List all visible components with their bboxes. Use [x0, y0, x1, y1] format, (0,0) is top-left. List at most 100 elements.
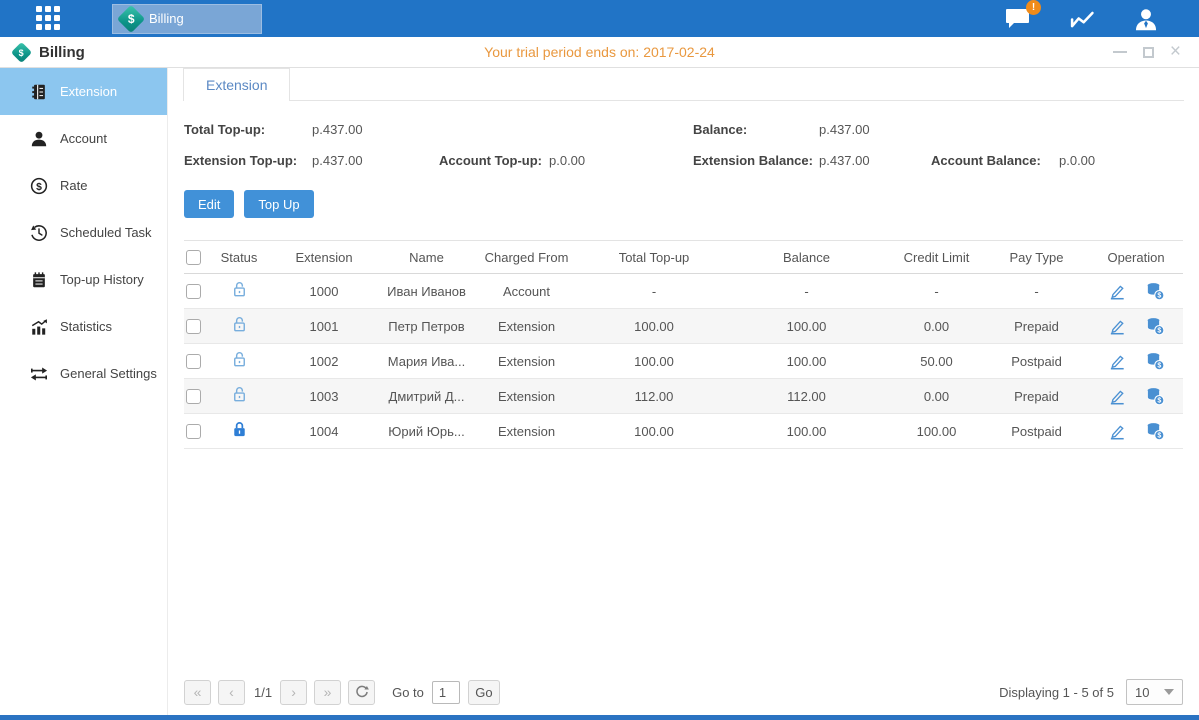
account-topup-value: p.0.00	[549, 145, 693, 176]
ledger-icon	[30, 83, 48, 101]
edit-row-icon[interactable]	[1108, 317, 1127, 336]
sidebar-item-rate[interactable]: $ Rate	[0, 162, 167, 209]
top-up-row-icon[interactable]: $	[1145, 351, 1165, 371]
window-title: Billing	[39, 44, 85, 61]
messages-icon[interactable]: !	[1005, 7, 1031, 31]
extension-balance-value: p.437.00	[819, 145, 931, 176]
col-extension: Extension	[264, 250, 384, 265]
col-charged-from: Charged From	[469, 250, 584, 265]
maximize-icon[interactable]	[1143, 47, 1154, 58]
cell-extension: 1001	[264, 319, 384, 334]
cell-balance: 100.00	[724, 319, 889, 334]
table-row: 1000 Иван Иванов Account - - - - $	[184, 274, 1183, 309]
sidebar-item-label: Scheduled Task	[60, 225, 152, 240]
sidebar-item-account[interactable]: Account	[0, 115, 167, 162]
top-up-row-icon[interactable]: $	[1145, 316, 1165, 336]
cell-balance: -	[724, 284, 889, 299]
cell-credit-limit: 0.00	[889, 389, 984, 404]
balance-summary: Total Top-up: p.437.00 Balance: p.437.00…	[184, 101, 1183, 176]
table-row: 1004 Юрий Юрь... Extension 100.00 100.00…	[184, 414, 1183, 449]
select-all-checkbox[interactable]	[186, 250, 201, 265]
cell-name: Иван Иванов	[384, 284, 469, 299]
row-checkbox[interactable]	[186, 424, 201, 439]
svg-text:$: $	[1157, 293, 1161, 300]
monitor-chart-icon[interactable]	[1069, 8, 1095, 30]
cell-credit-limit: 0.00	[889, 319, 984, 334]
top-up-row-icon[interactable]: $	[1145, 281, 1165, 301]
row-checkbox[interactable]	[186, 284, 201, 299]
go-button[interactable]: Go	[468, 680, 500, 705]
cell-name: Юрий Юрь...	[384, 424, 469, 439]
row-checkbox[interactable]	[186, 354, 201, 369]
sidebar-item-topup-history[interactable]: Top-up History	[0, 256, 167, 303]
sidebar-item-scheduled-task[interactable]: Scheduled Task	[0, 209, 167, 256]
extension-topup-value: p.437.00	[312, 145, 439, 176]
close-icon[interactable]: ×	[1170, 45, 1181, 59]
top-up-row-icon[interactable]: $	[1145, 421, 1165, 441]
page-size-dropdown[interactable]: 10	[1126, 679, 1183, 705]
sidebar-item-general-settings[interactable]: General Settings	[0, 350, 167, 397]
sidebar-item-statistics[interactable]: Statistics	[0, 303, 167, 350]
account-topup-label: Account Top-up:	[439, 145, 549, 176]
goto-label: Go to	[392, 685, 424, 700]
cell-name: Дмитрий Д...	[384, 389, 469, 404]
cell-extension: 1003	[264, 389, 384, 404]
cell-total-topup: 100.00	[584, 319, 724, 334]
table-row: 1001 Петр Петров Extension 100.00 100.00…	[184, 309, 1183, 344]
svg-text:$: $	[1157, 328, 1161, 335]
refresh-button[interactable]	[348, 680, 375, 705]
taskbar-item-label: Billing	[149, 11, 184, 26]
col-credit-limit: Credit Limit	[889, 250, 984, 265]
edit-row-icon[interactable]	[1108, 422, 1127, 441]
chevron-down-icon	[1164, 689, 1174, 695]
cell-total-topup: -	[584, 284, 724, 299]
edit-button[interactable]: Edit	[184, 190, 234, 218]
trial-notice: Your trial period ends on: 2017-02-24	[0, 44, 1199, 60]
edit-row-icon[interactable]	[1108, 282, 1127, 301]
status-lock-icon[interactable]	[230, 420, 249, 439]
top-up-button[interactable]: Top Up	[244, 190, 313, 218]
edit-row-icon[interactable]	[1108, 387, 1127, 406]
cell-credit-limit: -	[889, 284, 984, 299]
tab-extension[interactable]: Extension	[183, 68, 290, 101]
col-operation: Operation	[1089, 250, 1183, 265]
apps-grid-icon[interactable]	[36, 6, 62, 32]
clock-history-icon	[30, 224, 48, 242]
user-account-icon[interactable]	[1133, 7, 1159, 31]
desktop-edge	[0, 715, 1199, 720]
sidebar-item-label: Extension	[60, 84, 117, 99]
table-header-row: Status Extension Name Charged From Total…	[184, 241, 1183, 274]
cell-name: Мария Ива...	[384, 354, 469, 369]
cell-pay-type: -	[984, 284, 1089, 299]
svg-text:$: $	[1157, 433, 1161, 440]
sidebar-item-extension[interactable]: Extension	[0, 68, 167, 115]
row-checkbox[interactable]	[186, 319, 201, 334]
top-up-row-icon[interactable]: $	[1145, 386, 1165, 406]
prev-page-button[interactable]: ‹	[218, 680, 245, 705]
window-title-bar: $ Billing Your trial period ends on: 201…	[0, 37, 1199, 68]
billing-window-icon: $	[11, 41, 32, 62]
cell-extension: 1000	[264, 284, 384, 299]
table-row: 1003 Дмитрий Д... Extension 112.00 112.0…	[184, 379, 1183, 414]
main-content: Extension Total Top-up: p.437.00 Balance…	[168, 68, 1199, 715]
next-page-button[interactable]: ›	[280, 680, 307, 705]
cell-charged-from: Extension	[469, 354, 584, 369]
row-checkbox[interactable]	[186, 389, 201, 404]
svg-text:$: $	[1157, 398, 1161, 405]
sidebar: Extension Account $ Rate Scheduled Task	[0, 68, 168, 715]
edit-row-icon[interactable]	[1108, 352, 1127, 371]
taskbar-item-billing[interactable]: $ Billing	[112, 4, 262, 34]
cell-credit-limit: 100.00	[889, 424, 984, 439]
minimize-icon[interactable]	[1113, 51, 1127, 53]
status-lock-icon[interactable]	[230, 350, 249, 369]
refresh-icon	[355, 685, 369, 699]
status-lock-icon[interactable]	[230, 280, 249, 299]
status-lock-icon[interactable]	[230, 385, 249, 404]
last-page-button[interactable]: »	[314, 680, 341, 705]
total-topup-value: p.437.00	[312, 114, 439, 145]
status-lock-icon[interactable]	[230, 315, 249, 334]
goto-page-input[interactable]	[432, 681, 460, 704]
first-page-button[interactable]: «	[184, 680, 211, 705]
col-total-topup: Total Top-up	[584, 250, 724, 265]
cell-extension: 1002	[264, 354, 384, 369]
